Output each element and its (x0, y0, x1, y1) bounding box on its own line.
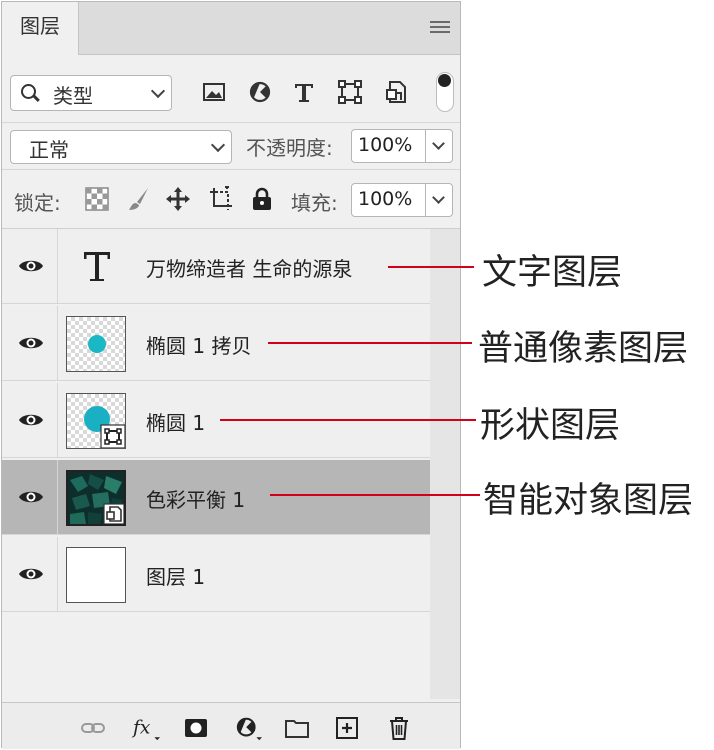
callout-line (220, 419, 476, 421)
chevron-down-icon[interactable] (432, 137, 445, 150)
svg-text:fx: fx (131, 718, 151, 739)
opacity-label: 不透明度: (246, 136, 333, 160)
tab-layers[interactable]: 图层 (2, 2, 79, 55)
eye-icon[interactable] (18, 566, 44, 582)
folder-icon[interactable] (284, 715, 310, 741)
filter-toggle[interactable] (436, 72, 454, 112)
blend-mode-select[interactable]: 正常 (10, 130, 232, 164)
eye-icon[interactable] (18, 335, 44, 351)
filter-row: 类型 (2, 64, 460, 123)
eye-icon[interactable] (18, 258, 44, 274)
layer-thumbnail (66, 316, 126, 372)
lock-artboard-icon[interactable] (208, 186, 234, 212)
eye-icon[interactable] (18, 412, 44, 428)
fill-label: 填充: (291, 191, 338, 215)
callout-line (268, 342, 472, 344)
new-layer-icon[interactable] (334, 715, 360, 741)
chevron-down-icon[interactable] (432, 191, 445, 204)
layer-name: 万物缔造者 生命的源泉 (146, 257, 353, 281)
layer-row[interactable]: 万物缔造者 生命的源泉 (2, 229, 430, 304)
image-filter-icon[interactable] (200, 78, 228, 106)
callout-shape-layer: 形状图层 (480, 406, 621, 446)
layers-list: 万物缔造者 生命的源泉 椭圆 1 拷贝 椭圆 1 色彩平衡 1 图层 1 (2, 229, 430, 699)
callout-smart-layer: 智能对象图层 (483, 481, 694, 521)
mask-icon[interactable] (183, 715, 209, 741)
callout-text-layer: 文字图层 (482, 253, 623, 293)
type-filter-icon[interactable] (290, 78, 318, 106)
adjustment-filter-icon[interactable] (246, 78, 274, 106)
shape-filter-icon[interactable] (336, 78, 364, 106)
callout-line (270, 494, 480, 496)
lock-transparent-icon[interactable] (84, 186, 110, 212)
type-layer-icon (84, 252, 110, 281)
filter-kind-label: 类型 (53, 84, 93, 108)
toggle-knob (438, 74, 451, 87)
hamburger-icon[interactable] (430, 21, 450, 35)
layer-name: 椭圆 1 拷贝 (146, 334, 252, 358)
fill-field[interactable]: 100% (351, 183, 453, 217)
callout-pixel-layer: 普通像素图层 (478, 329, 689, 369)
layer-row-selected[interactable]: 色彩平衡 1 (2, 460, 430, 535)
layer-name: 色彩平衡 1 (146, 488, 246, 512)
trash-icon[interactable] (386, 715, 412, 741)
lock-row: 锁定: 填充: 100% (2, 170, 460, 229)
layer-thumbnail (66, 547, 126, 603)
search-icon (21, 84, 36, 99)
layers-panel: 图层 类型 正常 不透明度: 100% 锁定: 填充: 100% 万物缔造者 生… (1, 1, 461, 749)
lock-brush-icon[interactable] (126, 186, 152, 212)
lock-all-icon[interactable] (249, 186, 275, 212)
opacity-value: 100% (358, 134, 413, 156)
layer-name: 椭圆 1 (146, 411, 206, 435)
lock-move-icon[interactable] (165, 186, 191, 212)
eye-icon[interactable] (18, 489, 44, 505)
opacity-field[interactable]: 100% (351, 129, 453, 163)
layer-thumbnail (66, 470, 126, 526)
fill-value: 100% (358, 188, 413, 210)
chevron-down-icon (150, 83, 166, 99)
blend-row: 正常 不透明度: 100% (2, 123, 460, 170)
bottom-toolbar: fx (2, 702, 460, 749)
link-icon[interactable] (80, 715, 106, 741)
filter-kind-select[interactable]: 类型 (10, 75, 172, 111)
layer-name: 图层 1 (146, 565, 206, 589)
scrollbar[interactable] (430, 229, 460, 699)
adjustment-icon[interactable] (233, 715, 265, 741)
panel-tabbar: 图层 (2, 2, 460, 55)
callout-line (388, 266, 474, 268)
chevron-down-icon (210, 137, 226, 153)
lock-label: 锁定: (14, 191, 61, 215)
blend-mode-label: 正常 (29, 138, 69, 162)
layer-thumbnail (66, 393, 126, 449)
fx-icon[interactable]: fx (130, 715, 164, 741)
smart-object-filter-icon[interactable] (382, 78, 410, 106)
layer-row[interactable]: 图层 1 (2, 537, 430, 612)
